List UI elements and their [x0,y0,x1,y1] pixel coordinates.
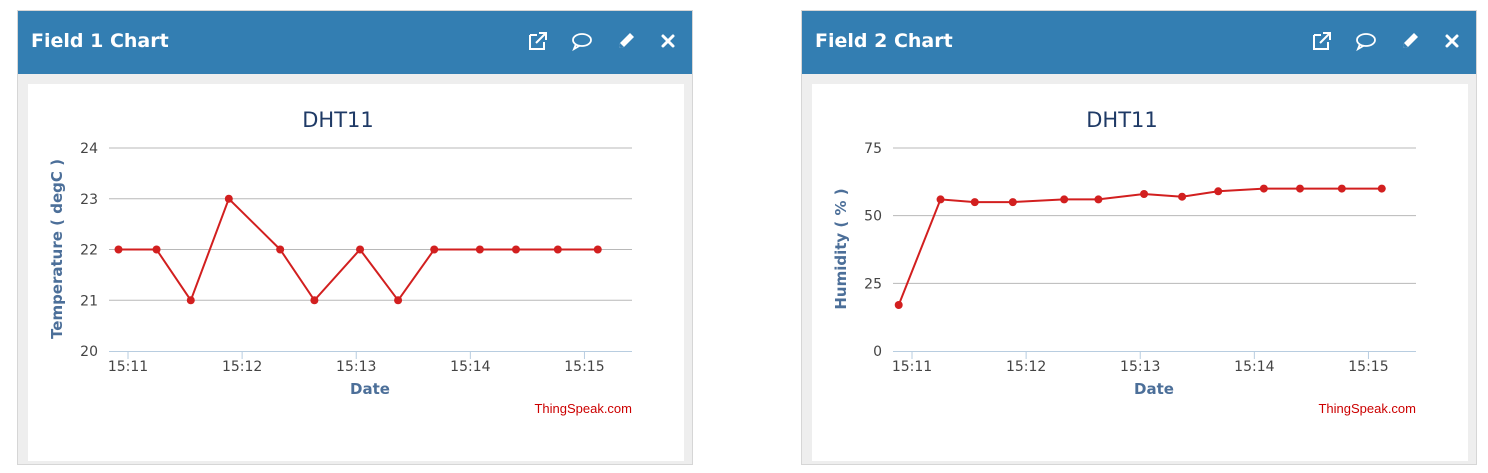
y-tick-label: 75 [864,141,882,157]
field-2-chart-panel: Field 2 Chart DHT11 0 25 50 75 15:11 15:12 15… [801,10,1477,465]
y-tick-label: 20 [80,344,98,360]
data-point[interactable] [114,245,123,254]
x-tick-label: 15:13 [1120,359,1160,375]
y-axis-label: Humidity ( % ) [832,188,850,309]
data-point[interactable] [1214,187,1223,196]
pencil-icon[interactable] [1398,29,1422,53]
y-tick-label: 0 [873,344,882,360]
close-icon[interactable] [656,29,680,53]
data-point[interactable] [1259,184,1268,193]
data-point[interactable] [1060,195,1069,204]
data-point[interactable] [356,245,365,254]
y-tick-label: 21 [80,293,98,309]
y-tick-label: 25 [864,276,882,292]
data-point[interactable] [1008,198,1017,207]
data-point[interactable] [970,198,979,207]
y-tick-label: 23 [80,192,98,208]
data-point[interactable] [593,245,602,254]
data-point[interactable] [475,245,484,254]
chart-area: DHT11 0 25 50 75 15:11 15:12 15:13 15:14 15:15 … [812,84,1468,461]
data-point[interactable] [394,296,403,305]
thingspeak-credit[interactable]: ThingSpeak.com [534,401,632,416]
field-1-chart-panel: Field 1 Chart DHT11 20 21 22 23 24 15:11 15:1… [17,10,693,465]
series-line [897,187,1382,306]
comment-icon[interactable] [570,29,594,53]
close-icon[interactable] [1440,29,1464,53]
y-tick-label: 24 [80,141,98,157]
y-axis-label: Temperature ( degC ) [48,159,66,339]
chart-title: DHT11 [1086,108,1158,132]
x-axis-label: Date [350,380,390,398]
external-link-icon[interactable] [526,29,550,53]
y-tick-label: 50 [864,209,882,225]
data-point[interactable] [152,245,161,254]
thingspeak-credit[interactable]: ThingSpeak.com [1318,401,1416,416]
x-tick-label: 15:14 [1234,359,1274,375]
x-tick-label: 15:11 [892,359,932,375]
x-tick-label: 15:15 [564,359,604,375]
panel-header: Field 2 Chart [802,11,1476,74]
data-point[interactable] [310,296,319,305]
panel-title: Field 2 Chart [815,30,953,52]
data-point[interactable] [1178,192,1187,201]
comment-icon[interactable] [1354,29,1378,53]
chart-area: DHT11 20 21 22 23 24 15:11 15:12 15:13 15:14 15:… [28,84,684,461]
external-link-icon[interactable] [1310,29,1334,53]
chart-title: DHT11 [302,108,374,132]
x-tick-label: 15:11 [108,359,148,375]
humidity-chart: DHT11 0255075 15:11 15:12 15:13 15:14 15:15 … [832,108,1416,416]
x-tick-label: 15:12 [222,359,262,375]
data-point[interactable] [1377,184,1386,193]
data-point[interactable] [894,300,903,309]
data-point[interactable] [1094,195,1103,204]
x-axis-label: Date [1134,380,1174,398]
data-point[interactable] [186,296,195,305]
temperature-chart: DHT11 20 21 22 23 24 15:11 15:12 15:13 15:14 15:… [48,108,632,416]
panel-header: Field 1 Chart [18,11,692,74]
data-point[interactable] [553,245,562,254]
data-point[interactable] [1140,190,1149,199]
data-point[interactable] [276,245,285,254]
data-point[interactable] [511,245,520,254]
data-point[interactable] [936,195,945,204]
y-tick-label: 22 [80,243,98,259]
data-point[interactable] [430,245,439,254]
x-tick-label: 15:14 [450,359,490,375]
x-tick-label: 15:12 [1006,359,1046,375]
pencil-icon[interactable] [614,29,638,53]
data-point[interactable] [1295,184,1304,193]
data-point[interactable] [1337,184,1346,193]
panel-title: Field 1 Chart [31,30,169,52]
x-tick-label: 15:13 [336,359,376,375]
data-point[interactable] [224,194,233,203]
x-tick-label: 15:15 [1348,359,1388,375]
